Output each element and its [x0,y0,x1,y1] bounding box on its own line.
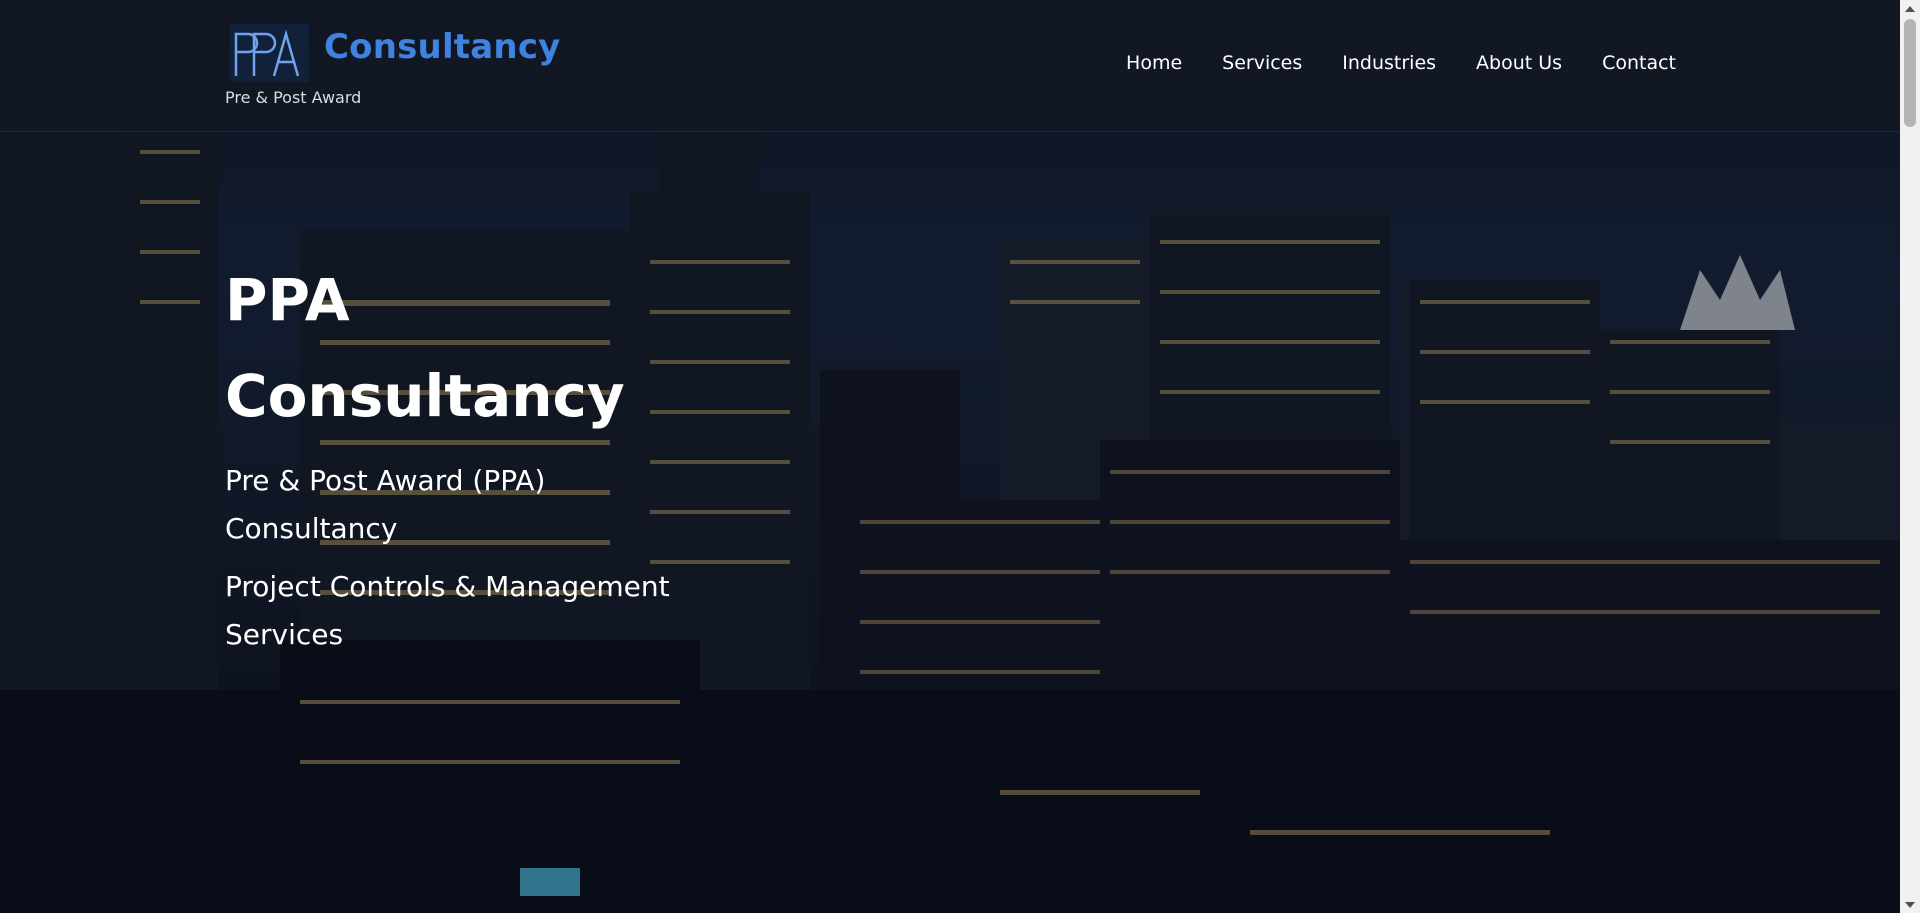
scroll-down-button[interactable] [1900,896,1920,913]
ppa-logo-mark [234,29,300,77]
triangle-up-icon [1905,5,1915,12]
triangle-down-icon [1905,901,1915,908]
site-header: Consultancy Pre & Post Award Home Servic… [0,0,1900,132]
hero-subtitle-ppa: Pre & Post Award (PPA) Consultancy [225,464,546,545]
page-scrollbar[interactable] [1900,0,1920,913]
nav-item-home[interactable]: Home [1126,52,1182,74]
scroll-up-button[interactable] [1900,0,1920,17]
brand-logo-link[interactable]: Consultancy Pre & Post Award [225,18,560,118]
nav-item-industries[interactable]: Industries [1342,52,1436,74]
brand-tagline: Pre & Post Award [225,88,362,107]
scrollbar-thumb[interactable] [1904,19,1916,127]
hero-title: PPA Consultancy [225,252,745,444]
nav-item-contact[interactable]: Contact [1602,52,1676,74]
brand-name: Consultancy [324,27,561,67]
nav-item-about-us[interactable]: About Us [1476,52,1562,74]
hero-title-line-1: PPA [225,266,350,334]
hero-title-line-2: Consultancy [225,362,625,430]
hero-subtitle-project-controls: Project Controls & Management Services [225,570,670,651]
main-navigation: Home Services Industries About Us Contac… [1086,52,1676,74]
page-viewport: Consultancy Pre & Post Award Home Servic… [0,0,1900,913]
ppa-logo-icon [230,24,309,82]
nav-item-services[interactable]: Services [1222,52,1302,74]
